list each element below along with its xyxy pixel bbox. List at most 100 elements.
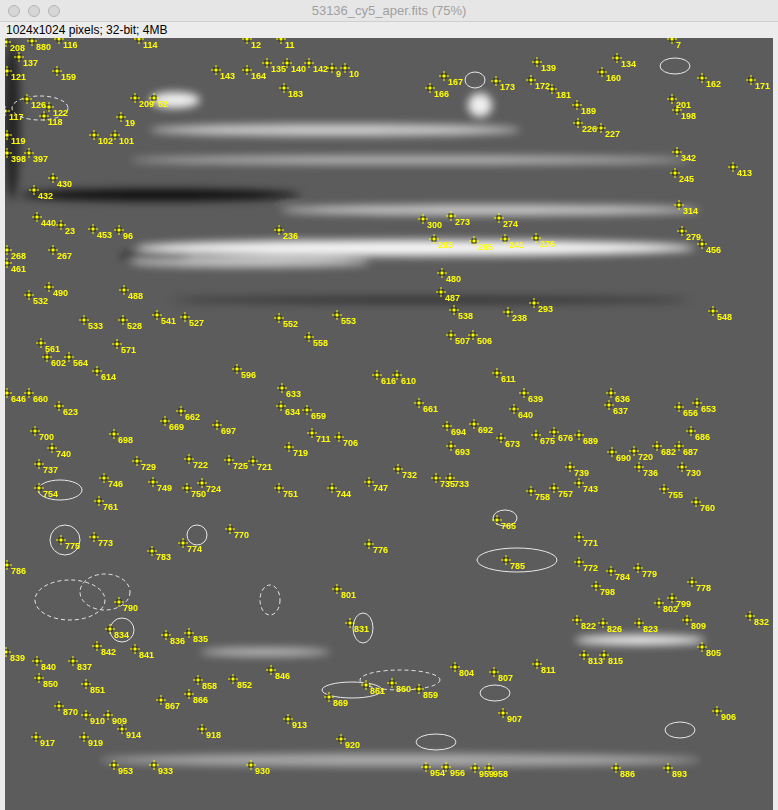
spot-marker[interactable]: 143: [211, 65, 235, 81]
spot-marker[interactable]: 173: [491, 76, 515, 92]
spot-marker[interactable]: 552: [274, 313, 298, 329]
spot-marker[interactable]: 839: [5, 647, 25, 663]
spot-marker[interactable]: 954: [421, 762, 445, 778]
spot-marker[interactable]: 750: [182, 483, 206, 499]
spot-marker[interactable]: 690: [607, 447, 631, 463]
region-ellipse[interactable]: [187, 525, 207, 545]
spot-marker[interactable]: 181: [547, 84, 571, 100]
spot-marker[interactable]: 719: [284, 442, 308, 458]
spot-marker[interactable]: 126: [22, 94, 46, 110]
spot-marker[interactable]: 867: [156, 695, 180, 711]
spot-marker[interactable]: 167: [439, 71, 463, 87]
spot-marker[interactable]: 208: [5, 38, 25, 53]
spot-marker[interactable]: 886: [611, 763, 635, 779]
spot-marker[interactable]: 909: [103, 710, 127, 726]
spot-marker[interactable]: 805: [697, 642, 721, 658]
spot-marker[interactable]: 774: [178, 538, 202, 554]
spot-marker[interactable]: 859: [414, 684, 438, 700]
spot-marker[interactable]: 815: [599, 650, 623, 666]
spot-marker[interactable]: 930: [246, 760, 270, 776]
spot-marker[interactable]: 669: [160, 416, 184, 432]
spot-marker[interactable]: 802: [654, 598, 678, 614]
spot-marker[interactable]: 9: [327, 63, 341, 79]
spot-marker[interactable]: 917: [31, 732, 55, 748]
region-ellipse[interactable]: [660, 58, 690, 74]
spot-marker[interactable]: 164: [242, 65, 266, 81]
spot-marker[interactable]: 265: [469, 236, 493, 252]
spot-marker[interactable]: 142: [304, 58, 328, 74]
window-control-icon[interactable]: [48, 5, 60, 17]
spot-marker[interactable]: 660: [24, 388, 48, 404]
spot-marker[interactable]: 227: [596, 123, 620, 139]
spot-marker[interactable]: 779: [633, 563, 657, 579]
spot-marker[interactable]: 268: [5, 245, 26, 261]
spot-marker[interactable]: 101: [110, 130, 134, 146]
spot-marker[interactable]: 653: [692, 398, 716, 414]
spot-marker[interactable]: 532: [24, 290, 48, 306]
spot-marker[interactable]: 183: [279, 83, 303, 99]
spot-marker[interactable]: 159: [52, 66, 76, 82]
spot-marker[interactable]: 656: [674, 402, 698, 418]
spot-marker[interactable]: 676: [549, 427, 573, 443]
spot-marker[interactable]: 770: [225, 524, 249, 540]
spot-marker[interactable]: 682: [652, 441, 676, 457]
spot-marker[interactable]: 527: [180, 312, 204, 328]
spot-marker[interactable]: 490: [44, 282, 68, 298]
spot-marker[interactable]: 398: [5, 148, 26, 164]
spot-marker[interactable]: 162: [697, 73, 721, 89]
spot-marker[interactable]: 729: [132, 456, 156, 472]
region-ellipse[interactable]: [260, 585, 280, 615]
spot-marker[interactable]: 553: [332, 310, 356, 326]
spot-marker[interactable]: 189: [572, 100, 596, 116]
spot-marker[interactable]: 836: [161, 630, 185, 646]
spot-marker[interactable]: 700: [30, 426, 54, 442]
spot-marker[interactable]: 687: [674, 441, 698, 457]
region-ellipse[interactable]: [35, 580, 105, 620]
spot-marker[interactable]: 861: [361, 680, 385, 696]
spot-marker[interactable]: 10: [340, 63, 359, 79]
spot-marker[interactable]: 506: [468, 330, 492, 346]
spot-marker[interactable]: 692: [469, 419, 493, 435]
spot-marker[interactable]: 602: [42, 352, 66, 368]
spot-marker[interactable]: 790: [114, 597, 138, 613]
spot-marker[interactable]: 698: [109, 429, 133, 445]
spot-marker[interactable]: 706: [334, 432, 358, 448]
spot-marker[interactable]: 430: [48, 173, 72, 189]
spot-marker[interactable]: 852: [228, 674, 252, 690]
spot-marker[interactable]: 956: [441, 762, 465, 778]
spot-marker[interactable]: 893: [663, 763, 687, 779]
spot-marker[interactable]: 919: [79, 732, 103, 748]
spot-marker[interactable]: 137: [14, 52, 38, 68]
spot-marker[interactable]: 722: [184, 454, 208, 470]
spot-marker[interactable]: 634: [276, 401, 300, 417]
spot-marker[interactable]: 102: [89, 130, 113, 146]
spot-marker[interactable]: 662: [176, 406, 200, 422]
spot-marker[interactable]: 850: [34, 673, 58, 689]
spot-marker[interactable]: 732: [393, 464, 417, 480]
spot-marker[interactable]: 851: [81, 679, 105, 695]
spot-marker[interactable]: 166: [425, 83, 449, 99]
spot-marker[interactable]: 614: [92, 366, 116, 382]
spot-marker[interactable]: 12: [242, 38, 261, 50]
spot-marker[interactable]: 11: [276, 38, 295, 50]
region-ellipse[interactable]: [38, 480, 82, 500]
spot-marker[interactable]: 432: [29, 185, 53, 201]
spot-marker[interactable]: 733: [445, 473, 469, 489]
spot-marker[interactable]: 300: [418, 214, 442, 230]
spot-marker[interactable]: 274: [494, 213, 518, 229]
spot-marker[interactable]: 171: [746, 75, 770, 91]
spot-marker[interactable]: 920: [336, 734, 360, 750]
spot-marker[interactable]: 746: [99, 473, 123, 489]
spot-marker[interactable]: 914: [117, 724, 141, 740]
spot-marker[interactable]: 134: [612, 53, 636, 69]
spot-marker[interactable]: 480: [437, 268, 461, 284]
spot-marker[interactable]: 740: [47, 443, 71, 459]
spot-marker[interactable]: 273: [446, 211, 470, 227]
spot-marker[interactable]: 755: [659, 484, 683, 500]
spot-marker[interactable]: 116: [54, 38, 78, 50]
spot-marker[interactable]: 959: [470, 763, 494, 779]
spot-marker[interactable]: 813: [579, 650, 603, 666]
region-ellipse[interactable]: [665, 722, 695, 738]
spot-marker[interactable]: 611: [492, 368, 516, 384]
spot-marker[interactable]: 488: [119, 285, 143, 301]
